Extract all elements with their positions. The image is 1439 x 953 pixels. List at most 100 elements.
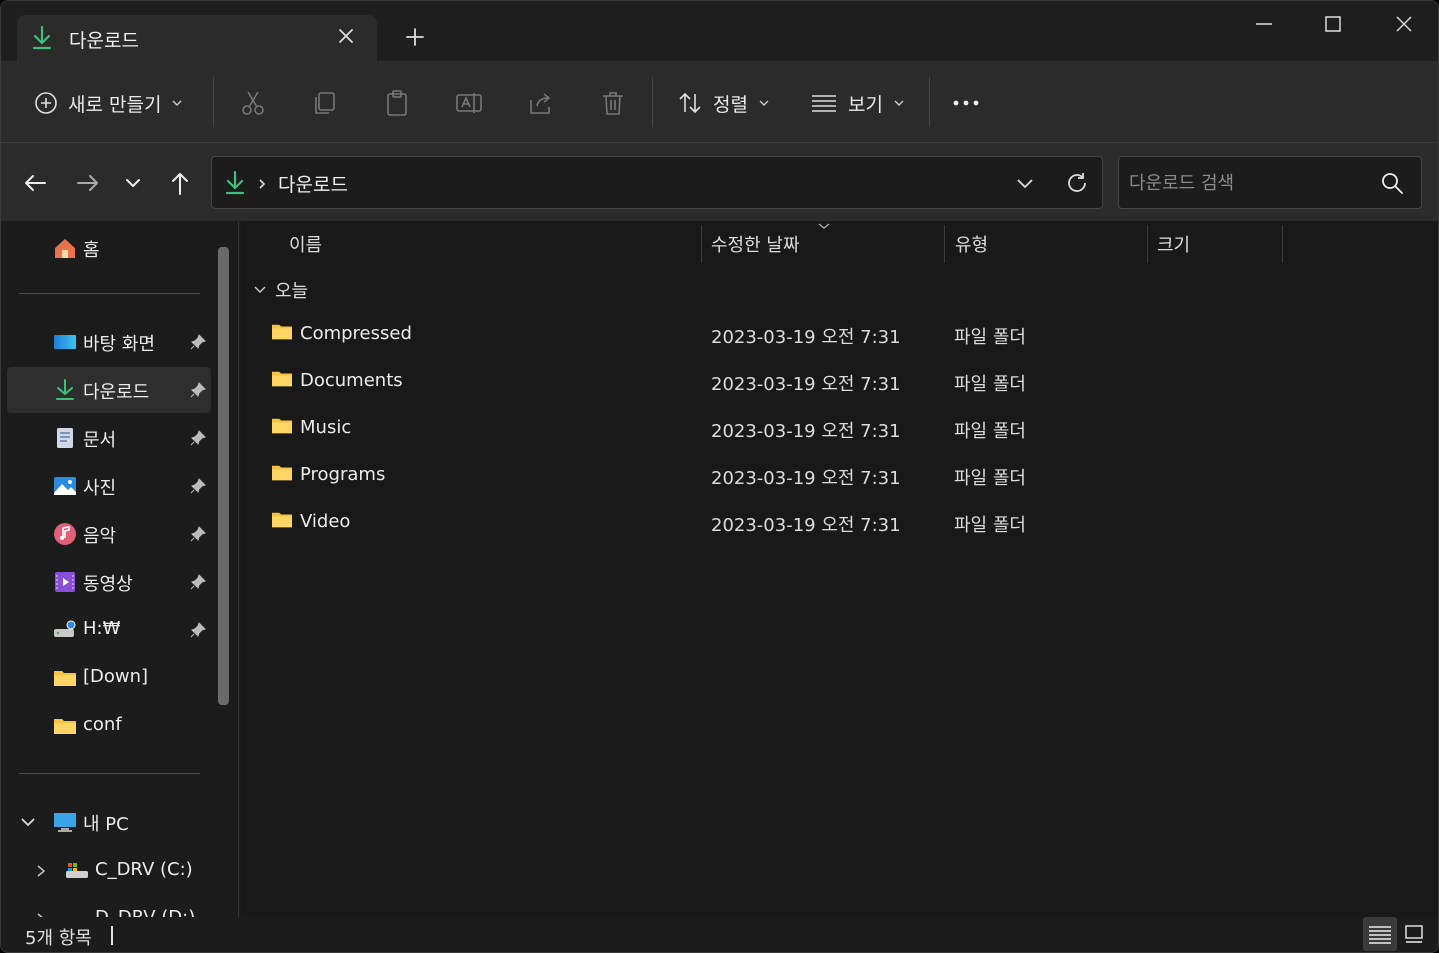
video-icon xyxy=(55,572,75,592)
breadcrumb-downloads[interactable]: 다운로드 xyxy=(278,170,348,197)
pin-icon[interactable] xyxy=(189,525,207,543)
tab-title: 다운로드 xyxy=(69,30,139,52)
sidebar-item-pictures[interactable]: 사진 xyxy=(7,463,211,509)
column-header-name[interactable]: 이름 xyxy=(289,231,322,257)
close-tab-icon[interactable] xyxy=(335,25,357,47)
pin-icon[interactable] xyxy=(189,333,207,351)
file-explorer-window: 다운로드 새로 만들기 정렬 보기 다운로드 다운로드 검색 홈 바탕 화면 다… xyxy=(0,0,1439,953)
navigation-bar: 다운로드 xyxy=(1,143,1438,221)
pin-icon[interactable] xyxy=(189,621,207,639)
sidebar-item-label: 음악 xyxy=(83,526,117,547)
address-history-chevron-icon[interactable] xyxy=(1012,171,1038,195)
column-header-type[interactable]: 유형 xyxy=(955,231,988,257)
sidebar-item-videos[interactable]: 동영상 xyxy=(7,559,211,605)
file-date: 2023-03-19 오전 7:31 xyxy=(711,468,901,489)
sort-button[interactable]: 정렬 xyxy=(677,85,770,121)
up-arrow-icon[interactable] xyxy=(164,167,196,199)
copy-icon[interactable] xyxy=(310,88,340,118)
sidebar-item-this-pc[interactable]: 내 PC xyxy=(7,799,211,845)
sidebar-item-downloads[interactable]: 다운로드 xyxy=(7,367,211,413)
group-header-today[interactable]: 오늘 xyxy=(253,277,308,303)
item-count: 5개 항목 xyxy=(25,928,92,949)
file-row-video[interactable]: Video 2023-03-19 오전 7:31 파일 폴더 xyxy=(261,500,1421,544)
pin-icon[interactable] xyxy=(189,381,207,399)
search-icon[interactable] xyxy=(1379,170,1405,196)
column-divider[interactable] xyxy=(1147,225,1148,263)
new-button-label: 새로 만들기 xyxy=(68,93,162,116)
sidebar-item-network-drive[interactable]: H:₩ xyxy=(7,607,211,653)
file-date: 2023-03-19 오전 7:31 xyxy=(711,421,901,442)
sidebar-item-label: 다운로드 xyxy=(83,382,150,403)
sidebar-item-label: 동영상 xyxy=(83,574,133,595)
group-label: 오늘 xyxy=(275,281,309,302)
maximize-icon[interactable] xyxy=(1313,9,1353,39)
sidebar-item-d-drive[interactable]: D_DRV (D:) xyxy=(7,896,211,917)
chevron-down-icon[interactable] xyxy=(19,813,37,831)
file-name: Compressed xyxy=(300,323,412,344)
chevron-right-icon[interactable] xyxy=(33,862,49,880)
tiles-view-button[interactable] xyxy=(1399,917,1433,951)
file-date: 2023-03-19 오전 7:31 xyxy=(711,515,901,536)
file-row-programs[interactable]: Programs 2023-03-19 오전 7:31 파일 폴더 xyxy=(261,453,1421,497)
sidebar-scrollbar[interactable] xyxy=(218,247,229,705)
sidebar-divider xyxy=(19,773,200,774)
new-button[interactable]: 새로 만들기 xyxy=(34,85,183,121)
sidebar-item-documents[interactable]: 문서 xyxy=(7,415,211,461)
drive-icon xyxy=(65,907,89,917)
sidebar-item-desktop[interactable]: 바탕 화면 xyxy=(7,319,211,365)
sidebar-item-label: conf xyxy=(83,714,122,735)
file-row-music[interactable]: Music 2023-03-19 오전 7:31 파일 폴더 xyxy=(261,406,1421,450)
file-type: 파일 폴더 xyxy=(954,374,1026,395)
title-bar: 다운로드 xyxy=(1,1,1438,61)
sidebar-item-c-drive[interactable]: C_DRV (C:) xyxy=(7,848,211,894)
file-row-documents[interactable]: Documents 2023-03-19 오전 7:31 파일 폴더 xyxy=(261,359,1421,403)
refresh-icon[interactable] xyxy=(1064,170,1090,196)
status-bar: 5개 항목 xyxy=(1,917,1438,952)
sort-icon xyxy=(679,92,701,114)
share-icon[interactable] xyxy=(526,88,556,118)
desktop-icon xyxy=(54,335,76,349)
paste-icon[interactable] xyxy=(382,88,412,118)
cut-icon[interactable] xyxy=(238,88,268,118)
pin-icon[interactable] xyxy=(189,477,207,495)
minimize-icon[interactable] xyxy=(1244,9,1284,39)
details-view-button[interactable] xyxy=(1363,917,1397,951)
column-header-size[interactable]: 크기 xyxy=(1157,231,1190,257)
sidebar-item-music[interactable]: 음악 xyxy=(7,511,211,557)
more-icon[interactable] xyxy=(951,88,981,118)
download-icon xyxy=(225,170,245,195)
breadcrumb-chevron-icon[interactable] xyxy=(256,177,268,191)
back-arrow-icon[interactable] xyxy=(19,167,51,199)
new-tab-plus-icon[interactable] xyxy=(403,25,427,49)
folder-icon xyxy=(272,512,292,528)
toolbar-divider xyxy=(929,77,930,127)
rename-icon[interactable] xyxy=(454,88,484,118)
forward-arrow-icon[interactable] xyxy=(72,167,104,199)
sidebar-divider xyxy=(19,293,200,294)
sort-chevron-icon xyxy=(818,223,830,229)
column-header-date[interactable]: 수정한 날짜 xyxy=(711,231,800,257)
address-bar[interactable]: 다운로드 xyxy=(211,156,1103,209)
sidebar-item-label: C_DRV (C:) xyxy=(95,859,193,880)
column-divider[interactable] xyxy=(701,225,702,263)
pin-icon[interactable] xyxy=(189,573,207,591)
chevron-right-icon[interactable] xyxy=(33,910,49,917)
sidebar-item-down-folder[interactable]: [Down] xyxy=(7,655,211,701)
recent-locations-chevron-icon[interactable] xyxy=(117,167,149,199)
column-divider[interactable] xyxy=(944,225,945,263)
sidebar-item-conf-folder[interactable]: conf xyxy=(7,703,211,749)
delete-icon[interactable] xyxy=(598,88,628,118)
search-box[interactable] xyxy=(1118,156,1422,209)
tab-downloads[interactable]: 다운로드 xyxy=(17,15,377,61)
command-bar: 새로 만들기 정렬 보기 xyxy=(1,61,1438,143)
search-input[interactable] xyxy=(1129,169,1369,197)
column-divider[interactable] xyxy=(1282,225,1283,263)
folder-icon xyxy=(272,465,292,481)
view-button[interactable]: 보기 xyxy=(810,85,905,121)
sidebar-item-label: 바탕 화면 xyxy=(83,334,155,355)
sidebar-item-home[interactable]: 홈 xyxy=(7,225,211,271)
tiles-view-icon xyxy=(1405,925,1423,943)
close-icon[interactable] xyxy=(1384,9,1424,39)
file-row-compressed[interactable]: Compressed 2023-03-19 오전 7:31 파일 폴더 xyxy=(261,312,1421,356)
pin-icon[interactable] xyxy=(189,429,207,447)
